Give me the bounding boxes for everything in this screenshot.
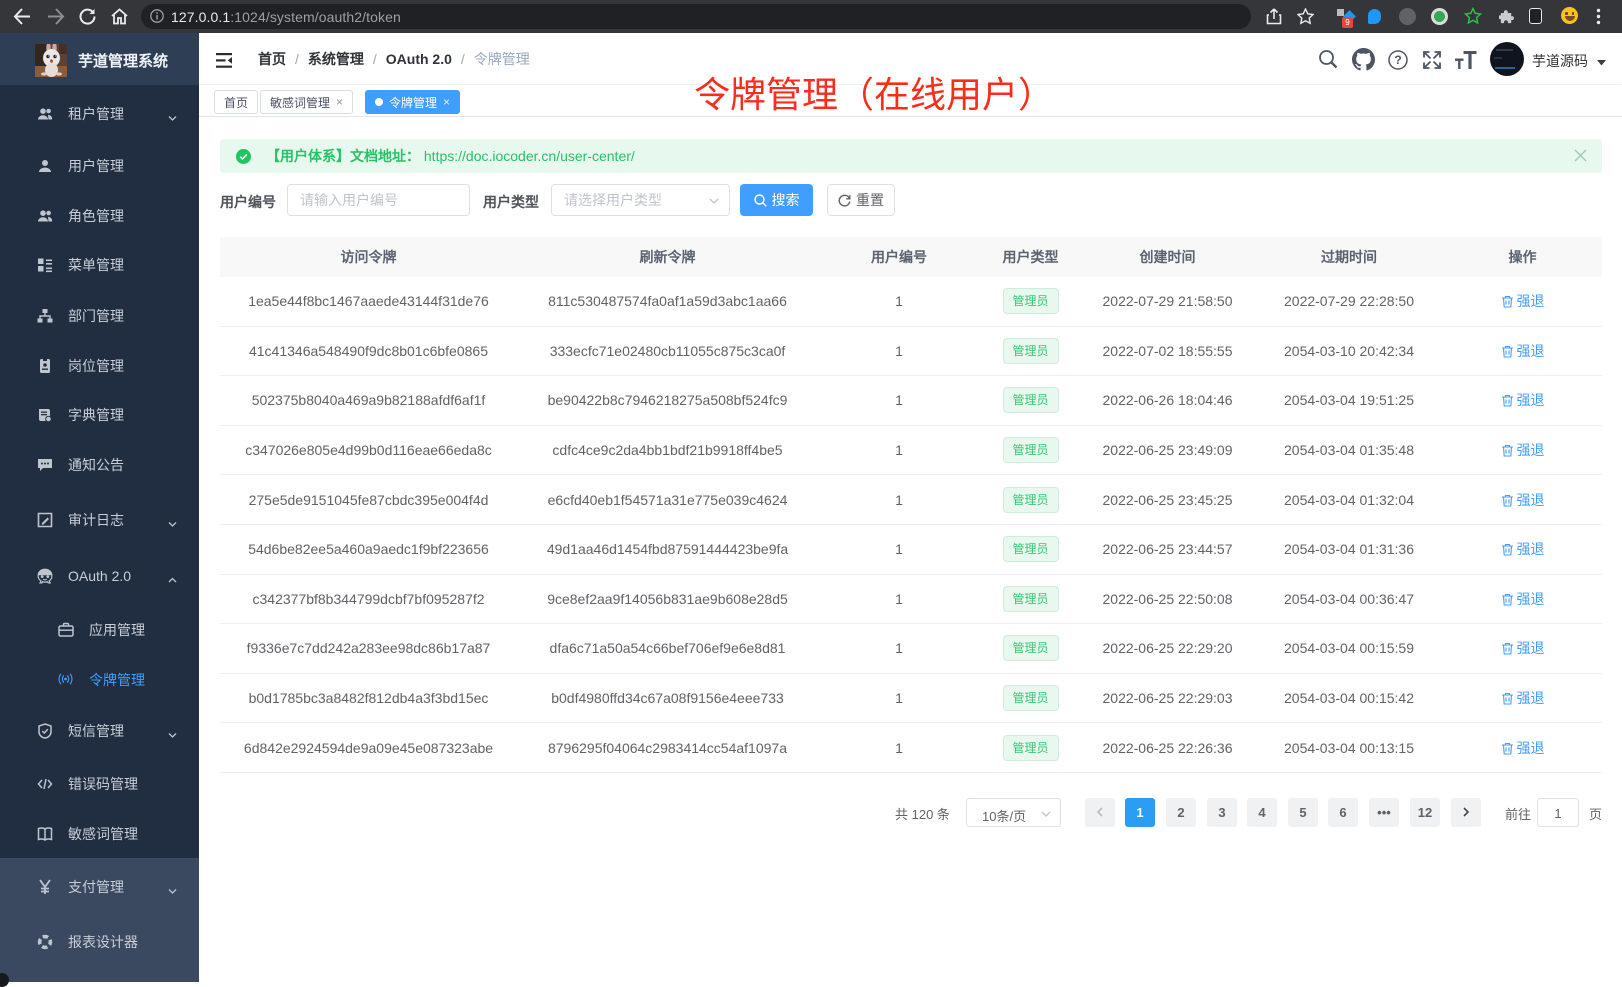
svg-text:?: ? — [1394, 53, 1401, 67]
